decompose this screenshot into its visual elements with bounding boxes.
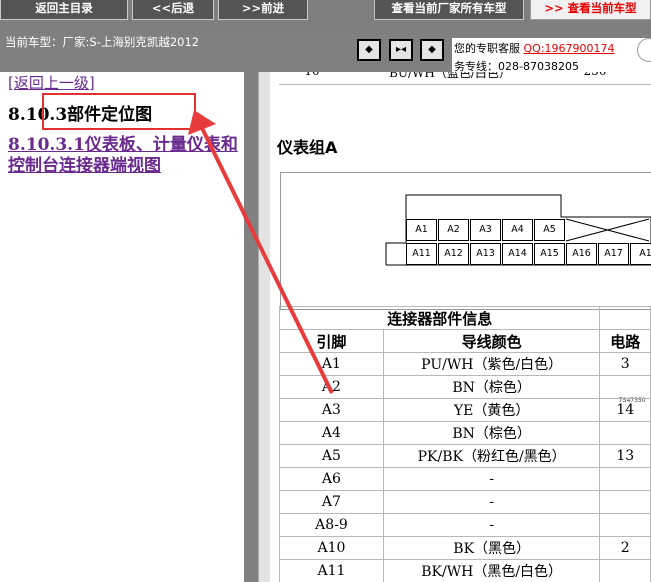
cell-pin: A3 xyxy=(279,398,384,422)
pin-label: A4 xyxy=(502,219,533,241)
cell-c: 14 xyxy=(599,398,651,422)
left-nav-pane: [返回上一级] 8.10.3部件定位图 8.10.3.1仪表板、计量仪表和控制台… xyxy=(0,72,244,582)
top-partial-row: 10 BU/WH（蓝色/白色） 250 xyxy=(304,72,606,80)
cell-color: - xyxy=(382,490,601,514)
highlight-box xyxy=(42,93,196,130)
connector-diagram: A1 A2 A3 A4 A5 A11 A12 A13 A14 A15 A16 A17 A1 TS473… xyxy=(280,172,651,404)
cell-pin: A11 xyxy=(279,559,384,582)
cell-c xyxy=(599,421,651,445)
left-layout-button[interactable]: ◆ xyxy=(357,39,381,61)
cell-color: PK/BK（粉红色/黑色） xyxy=(382,444,601,468)
cell-pin: A1 xyxy=(279,352,384,376)
cell-c: 13 xyxy=(599,444,651,468)
info-bar: 当前车型：厂家:S-上海别克凯越2012 ◆ ▸◂ ◆ 您的专职客服 QQ:19… xyxy=(0,34,651,73)
subsection-link[interactable]: 8.10.3.1仪表板、计量仪表和控制台连接器端视图 xyxy=(8,135,238,177)
table-title-row: 连接器部件信息 xyxy=(278,306,651,330)
pin-label: A16 xyxy=(566,243,597,265)
table-row: A5 PK/BK（粉红色/黑色） 13 xyxy=(279,444,651,468)
cell-c xyxy=(599,559,651,582)
pin-label: A15 xyxy=(534,243,565,265)
pin-label: A1 xyxy=(630,243,651,265)
pin-label: A3 xyxy=(470,219,501,241)
cell-color: BN（棕色） xyxy=(382,375,601,399)
scrollbar[interactable] xyxy=(258,72,270,582)
document-pane: 10 BU/WH（蓝色/白色） 250 仪表组A A1A2A3A4A5 A11A… xyxy=(270,72,651,582)
table-row: A8-9- xyxy=(279,513,651,537)
pane-splitter[interactable] xyxy=(244,72,258,582)
pin-label: A14 xyxy=(502,243,533,265)
service-label: 您的专职客服 xyxy=(454,42,520,55)
pin-label: A5 xyxy=(534,219,565,241)
customer-service-panel: 您的专职客服 QQ:1967900174 务专线：028-87038205 xyxy=(452,38,651,73)
cluster-heading: 仪表组A xyxy=(277,138,338,157)
cell-c xyxy=(599,513,651,537)
current-model-button[interactable]: >> 查看当前车型 xyxy=(530,0,651,20)
connector-info-table: 连接器部件信息 引脚 导线颜色 电路 A1 PU/WH（紫色/白色） 3 A2 BN（棕… xyxy=(278,306,651,582)
table-row: A11 BK/WH（黑色/白色） xyxy=(279,559,651,582)
connector-outline xyxy=(385,194,651,266)
cell-color: BN（棕色） xyxy=(382,421,601,445)
table-row: A7- xyxy=(279,490,651,514)
cell-c: 2 xyxy=(599,536,651,560)
cell-color: BK（黑色） xyxy=(382,536,601,560)
back-button[interactable]: <<后退 xyxy=(132,0,214,20)
cell-c xyxy=(599,490,651,514)
table-row: A1 PU/WH（紫色/白色） 3 xyxy=(279,352,651,376)
current-vehicle-label: 当前车型：厂家:S-上海别克凯越2012 xyxy=(5,35,200,49)
table-row: A10 BK（黑色） 2 xyxy=(279,536,651,560)
cell-pin: A6 xyxy=(279,467,384,491)
pin-label: A11 xyxy=(406,243,437,265)
table-title: 连接器部件信息 xyxy=(278,306,601,330)
pin-label: A12 xyxy=(438,243,469,265)
cell-color: - xyxy=(382,467,601,491)
cell-c: 3 xyxy=(599,352,651,376)
pin-label: A1 xyxy=(406,219,437,241)
right-layout-button[interactable]: ◆ xyxy=(420,39,444,61)
top-nav-bar: 返回主目录 <<后退 >>前进 查看当前厂家所有车型 >> 查看当前车型 xyxy=(0,0,651,34)
cell-pin: A10 xyxy=(279,536,384,560)
cell-color: BK/WH（黑色/白色） xyxy=(382,559,601,582)
cell-pin: A2 xyxy=(279,375,384,399)
all-models-button[interactable]: 查看当前厂家所有车型 xyxy=(374,0,524,20)
pin-label: A2 xyxy=(438,219,469,241)
cell-pin: A8-9 xyxy=(279,513,384,537)
table-row: A4 BN（棕色） xyxy=(279,421,651,445)
table-row: A3 YE（黄色） 14 xyxy=(279,398,651,422)
split-layout-button[interactable]: ▸◂ xyxy=(389,39,413,61)
col-wire-color: 导线颜色 xyxy=(382,329,601,353)
table-header-row: 引脚 导线颜色 电路 xyxy=(279,329,651,353)
cell-c xyxy=(599,467,651,491)
service-avatar-icon xyxy=(637,38,651,62)
table-row: A2 BN（棕色） xyxy=(279,375,651,399)
main-index-button[interactable]: 返回主目录 xyxy=(0,0,128,20)
cell-c xyxy=(599,375,651,399)
divider xyxy=(279,84,651,85)
cell-color: YE（黄色） xyxy=(382,398,601,422)
col-circuit: 电路 xyxy=(599,329,651,353)
table-row: A6- xyxy=(279,467,651,491)
cell-color: PU/WH（紫色/白色） xyxy=(382,352,601,376)
cell-color: - xyxy=(382,513,601,537)
back-up-link[interactable]: [返回上一级] xyxy=(8,72,95,93)
cell-pin: A4 xyxy=(279,421,384,445)
cell-pin: A7 xyxy=(279,490,384,514)
pin-label: A13 xyxy=(470,243,501,265)
forward-button[interactable]: >>前进 xyxy=(218,0,308,20)
cell-pin: A5 xyxy=(279,444,384,468)
col-pin: 引脚 xyxy=(279,329,384,353)
qq-link[interactable]: QQ:1967900174 xyxy=(524,42,615,55)
pin-label: A17 xyxy=(598,243,629,265)
